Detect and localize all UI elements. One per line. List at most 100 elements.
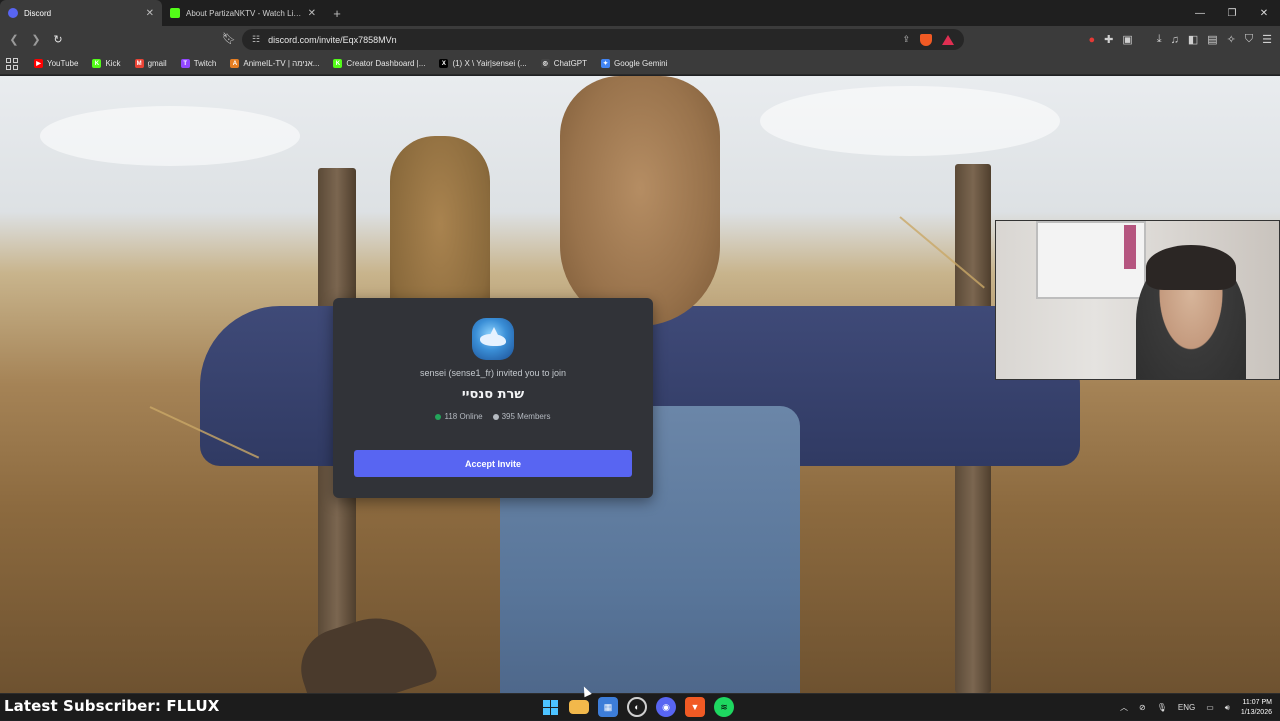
microphone-icon[interactable]: 🎙︎ bbox=[1157, 703, 1167, 712]
background-scarecrow-head bbox=[560, 76, 720, 326]
brave-shields-icon[interactable] bbox=[920, 33, 932, 46]
brave-rewards-icon[interactable] bbox=[942, 34, 954, 45]
record-extension-icon[interactable]: ● bbox=[1088, 34, 1095, 46]
webcam-background bbox=[1124, 225, 1136, 269]
background-cloud bbox=[40, 106, 300, 166]
leo-ai-icon[interactable]: ✧ bbox=[1227, 33, 1236, 46]
restore-icon[interactable]: ❐ bbox=[1216, 0, 1248, 26]
member-count-text: 395 Members bbox=[501, 412, 551, 421]
forward-icon[interactable]: ❯ bbox=[26, 30, 46, 50]
server-stats: 118 Online 395 Members bbox=[333, 412, 653, 421]
online-count-text: 118 Online bbox=[444, 412, 483, 421]
share-icon[interactable]: ⇪ bbox=[902, 34, 910, 45]
bookmark-label: Google Gemini bbox=[614, 59, 668, 68]
bookmark-favicon-icon: A bbox=[230, 59, 240, 68]
tab-title: About PartizaNKTV - Watch Live on K bbox=[186, 8, 302, 18]
volume-icon[interactable]: 🔊︎ bbox=[1225, 703, 1230, 713]
bookmark-label: Twitch bbox=[193, 59, 217, 68]
accept-invite-button[interactable]: Accept Invite bbox=[354, 450, 632, 477]
online-dot-icon bbox=[435, 413, 442, 420]
member-count: 395 Members bbox=[492, 412, 551, 421]
bookmark-label: (1) X \ Yair|sensei (... bbox=[452, 59, 527, 68]
close-tab-icon[interactable]: ✕ bbox=[146, 8, 154, 19]
browser-toolbar: ❮ ❯ ↻ 🔖︎ ☷ discord.com/invite/Eqx7858MVn… bbox=[0, 26, 1280, 53]
online-count: 118 Online bbox=[435, 412, 483, 421]
show-hidden-icons-icon[interactable]: ︿ bbox=[1120, 702, 1128, 713]
discord-invite-page: sensei (sense1_fr) invited you to join ש… bbox=[0, 76, 1280, 693]
microsoft-store-icon[interactable]: ▦ bbox=[598, 697, 618, 717]
bookmark-favicon-icon: K bbox=[92, 59, 102, 68]
webcam-overlay bbox=[995, 220, 1280, 380]
notifications-off-icon[interactable]: ⊘ bbox=[1139, 703, 1146, 712]
latest-subscriber-overlay: Latest Subscriber: FLLUX bbox=[4, 697, 220, 715]
obs-icon[interactable]: ◐ bbox=[627, 697, 647, 717]
bookmark-page-icon[interactable]: 🔖︎ bbox=[222, 32, 236, 45]
reload-icon[interactable]: ↻ bbox=[48, 30, 68, 50]
clock[interactable]: 11:07 PM 1/13/2026 bbox=[1241, 698, 1272, 718]
bookmark-item[interactable]: ✦ Google Gemini bbox=[601, 59, 667, 68]
bookmark-favicon-icon: T bbox=[180, 59, 190, 68]
close-tab-icon[interactable]: ✕ bbox=[308, 8, 316, 19]
bookmark-label: Kick bbox=[105, 59, 121, 68]
screenshot-icon[interactable]: ▣ bbox=[1122, 33, 1132, 46]
taskbar-apps: ▦ ◐ ◉ ▼ ≋ bbox=[540, 697, 734, 717]
bookmark-item[interactable]: ◎ ChatGPT bbox=[540, 59, 588, 68]
spotify-icon[interactable]: ≋ bbox=[714, 697, 734, 717]
bookmark-item[interactable]: A AnimeIL-TV | אנימה... bbox=[230, 59, 319, 68]
bookmark-item[interactable]: X (1) X \ Yair|sensei (... bbox=[439, 59, 527, 68]
sidebar-icon[interactable]: ◧ bbox=[1188, 33, 1198, 46]
clock-time: 11:07 PM bbox=[1242, 698, 1272, 706]
language-indicator[interactable]: ENG bbox=[1178, 703, 1195, 712]
address-url: discord.com/invite/Eqx7858MVn bbox=[268, 34, 397, 45]
tab-title: Discord bbox=[24, 8, 52, 18]
minimize-icon[interactable]: — bbox=[1184, 0, 1216, 26]
bookmark-label: YouTube bbox=[47, 59, 79, 68]
vpn-icon[interactable]: ⛉ bbox=[1245, 33, 1253, 46]
bookmarks-bar: ▶ YouTube K Kick Mgmail T Twitch A AnimeIL-TV | … bbox=[0, 53, 1280, 75]
discord-app-icon[interactable]: ◉ bbox=[656, 697, 676, 717]
extensions-icon[interactable]: ✚ bbox=[1104, 33, 1113, 46]
brave-browser-icon[interactable]: ▼ bbox=[685, 697, 705, 717]
members-dot-icon bbox=[492, 413, 499, 420]
bookmark-item[interactable]: ▶ YouTube bbox=[34, 59, 78, 68]
media-icon[interactable]: ♫ bbox=[1171, 34, 1179, 46]
bookmark-item[interactable]: K Creator Dashboard |... bbox=[333, 59, 425, 68]
tab-discord[interactable]: Discord ✕ bbox=[0, 0, 162, 26]
bookmark-label: Creator Dashboard |... bbox=[346, 59, 426, 68]
bookmark-label: AnimeIL-TV | אנימה... bbox=[243, 59, 320, 68]
menu-icon[interactable]: ☰ bbox=[1262, 33, 1272, 46]
new-tab-button[interactable]: + bbox=[324, 0, 350, 26]
close-window-icon[interactable]: ✕ bbox=[1248, 0, 1280, 26]
file-explorer-icon[interactable] bbox=[569, 700, 589, 714]
invite-card: sensei (sense1_fr) invited you to join ש… bbox=[333, 298, 653, 498]
server-icon bbox=[472, 318, 514, 360]
background-cloud bbox=[760, 86, 1060, 156]
network-icon[interactable]: ▭ bbox=[1206, 703, 1214, 712]
webcam-streamer bbox=[1146, 245, 1236, 290]
tab-kick[interactable]: About PartizaNKTV - Watch Live on K ✕ bbox=[162, 0, 324, 26]
bookmark-favicon-icon: K bbox=[333, 59, 343, 68]
discord-favicon-icon bbox=[8, 8, 18, 18]
windows-taskbar: Latest Subscriber: FLLUX ▦ ◐ ◉ ▼ ≋ ︿ ⊘ 🎙… bbox=[0, 693, 1280, 720]
window-controls: — ❐ ✕ bbox=[1184, 0, 1280, 26]
bookmark-favicon-icon: ✦ bbox=[601, 59, 611, 68]
back-icon[interactable]: ❮ bbox=[4, 30, 24, 50]
bookmark-favicon-icon: ◎ bbox=[540, 59, 550, 68]
address-bar[interactable]: ☷ discord.com/invite/Eqx7858MVn ⇪ bbox=[242, 29, 964, 50]
apps-grid-icon[interactable] bbox=[6, 57, 20, 71]
bookmark-item[interactable]: Mgmail bbox=[134, 59, 167, 68]
download-icon[interactable]: ⤓ bbox=[1157, 33, 1162, 46]
wallet-icon[interactable]: ▤ bbox=[1207, 33, 1217, 46]
browser-tab-strip: Discord ✕ About PartizaNKTV - Watch Live… bbox=[0, 0, 1280, 26]
bookmark-label: ChatGPT bbox=[553, 59, 588, 68]
invited-by-text: sensei (sense1_fr) invited you to join bbox=[419, 368, 567, 378]
site-info-icon[interactable]: ☷ bbox=[252, 34, 260, 45]
bookmark-item[interactable]: K Kick bbox=[92, 59, 121, 68]
bookmark-favicon-icon: ▶ bbox=[34, 59, 43, 68]
windows-start-icon[interactable] bbox=[540, 697, 560, 717]
clock-date: 1/13/2026 bbox=[1240, 708, 1272, 716]
server-name: שרת סנסיי bbox=[461, 387, 525, 402]
bookmark-item[interactable]: T Twitch bbox=[180, 59, 217, 68]
system-tray: ︿ ⊘ 🎙︎ ENG ▭ 🔊︎ 11:07 PM 1/13/2026 bbox=[1120, 694, 1272, 721]
toolbar-extensions: ● ✚ ▣ ⤓ ♫ ◧ ▤ ✧ ⛉ ☰ bbox=[1088, 26, 1272, 53]
